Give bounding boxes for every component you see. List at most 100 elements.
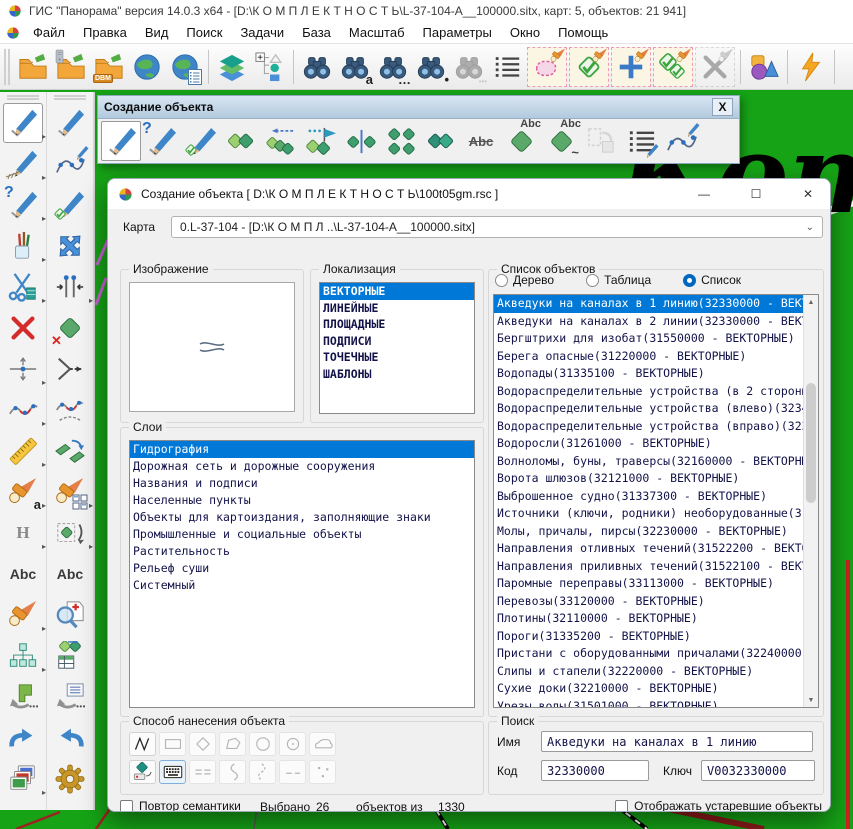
menu-item[interactable]: Правка	[74, 23, 136, 42]
draw-confirm-button[interactable]	[181, 121, 221, 161]
layer-item[interactable]: Растительность	[130, 543, 474, 560]
find-text-button[interactable]: a▸	[3, 472, 43, 512]
toolbar-grip[interactable]	[4, 49, 10, 85]
layer-item[interactable]: Населенные пункты	[130, 492, 474, 509]
method-smooth2-button[interactable]	[249, 760, 276, 784]
layer-item[interactable]: Рельеф суши	[130, 560, 474, 577]
text-curve-button[interactable]: Abc~	[541, 121, 581, 161]
scroll-up-icon[interactable]: ▲	[804, 295, 818, 309]
object-list-item[interactable]: Водопады(31335100 - ВЕКТОРНЫЕ)	[494, 365, 818, 383]
scroll-down-icon[interactable]: ▼	[804, 693, 818, 707]
select-group-button[interactable]	[653, 47, 693, 87]
object-list-item[interactable]: Волноломы, буны, траверсы(32160000 - ВЕК…	[494, 453, 818, 471]
localization-item[interactable]: ПОДПИСИ	[320, 333, 474, 350]
search-code-input[interactable]	[541, 760, 649, 781]
search-name-input[interactable]	[541, 731, 813, 752]
edit-query-button[interactable]: ?▸	[3, 185, 43, 225]
view-mode-radio[interactable]: Список	[683, 273, 741, 287]
object-list-item[interactable]: Направления приливных течений(31522100 -…	[494, 558, 818, 576]
text-abc-button[interactable]: Abc	[3, 554, 43, 594]
text-title-button[interactable]: Abc	[501, 121, 541, 161]
text-abc2-button[interactable]: Abc	[50, 554, 90, 594]
cut-objects-button[interactable]: ▸	[3, 267, 43, 307]
continue-line-button[interactable]	[50, 349, 90, 389]
menu-item[interactable]: Параметры	[414, 23, 501, 42]
menu-item[interactable]: Окно	[501, 23, 549, 42]
object-list-item[interactable]: Бергштрихи для изобат(31550000 - ВЕКТОРН…	[494, 330, 818, 348]
copy-group-button[interactable]	[381, 121, 421, 161]
object-list-item[interactable]: Молы, причалы, пирсы(32230000 - ВЕКТОРНЫ…	[494, 523, 818, 541]
layer-item[interactable]: Названия и подписи	[130, 475, 474, 492]
layer-item[interactable]: Гидрография	[130, 441, 474, 458]
create-confirm-button[interactable]	[50, 185, 90, 225]
object-list-item[interactable]: Ворота шлюзов(32121000 - ВЕКТОРНЫЕ)	[494, 470, 818, 488]
object-list-item[interactable]: Урезы воды(31501000 - ВЕКТОРНЫЕ)	[494, 698, 818, 709]
object-list-item[interactable]: Водоросли(31261000 - ВЕКТОРНЫЕ)	[494, 435, 818, 453]
list-undo-button[interactable]	[50, 677, 90, 717]
minimize-button[interactable]: —	[682, 179, 726, 209]
settings-gear-button[interactable]	[50, 759, 90, 799]
object-list-item[interactable]: Паромные переправы(33113000 - ВЕКТОРНЫЕ)	[494, 575, 818, 593]
object-list-item[interactable]: Пристани с оборудованными причалами(3224…	[494, 645, 818, 663]
object-list-item[interactable]: Пороги(31335200 - ВЕКТОРНЫЕ)	[494, 628, 818, 646]
zoom-doc-button[interactable]	[50, 595, 90, 635]
find-grid-button[interactable]: ▸	[50, 472, 90, 512]
layer-item[interactable]: Объекты для картоиздания, заполняющие зн…	[130, 509, 474, 526]
object-list-item[interactable]: Акведуки на каналах в 1 линию(32330000 -…	[494, 295, 818, 313]
method-keyboard-button[interactable]	[159, 760, 186, 784]
toolbar-grip[interactable]	[7, 95, 39, 100]
method-digitize-button[interactable]	[129, 760, 156, 784]
map-legend-button[interactable]	[251, 48, 289, 86]
search-button[interactable]	[298, 48, 336, 86]
view-mode-radio[interactable]: Дерево	[495, 273, 554, 287]
quick-launch-button[interactable]	[792, 48, 830, 86]
select-confirm-button[interactable]	[569, 47, 609, 87]
smooth-segment-button[interactable]	[50, 390, 90, 430]
method-points-button[interactable]	[309, 760, 336, 784]
edit-hatch-button[interactable]: ▸	[3, 144, 43, 184]
method-circle-button[interactable]	[249, 732, 276, 756]
close-icon[interactable]: X	[712, 98, 733, 116]
search-advanced-button[interactable]: …	[374, 48, 412, 86]
menu-item[interactable]: Поиск	[177, 23, 231, 42]
scrollbar-thumb[interactable]	[806, 383, 816, 503]
draw-query-button[interactable]: ?	[141, 121, 181, 161]
objects-table-button[interactable]	[50, 636, 90, 676]
journal-button[interactable]	[621, 121, 661, 161]
object-list-item[interactable]: Перевозы(33120000 - ВЕКТОРНЫЕ)	[494, 593, 818, 611]
split-object-button[interactable]	[341, 121, 381, 161]
open-internet-map-button[interactable]	[128, 48, 166, 86]
localization-item[interactable]: ПЛОЩАДНЫЕ	[320, 316, 474, 333]
object-list-item[interactable]: Слипы и стапели(32220000 - ВЕКТОРНЫЕ)	[494, 663, 818, 681]
method-polygon-button[interactable]	[219, 732, 246, 756]
scheme-tree-button[interactable]: ▸	[3, 636, 43, 676]
method-rectangle-button[interactable]	[159, 732, 186, 756]
view-mode-radio[interactable]: Таблица	[586, 273, 651, 287]
paste-object-button[interactable]	[581, 121, 621, 161]
localization-item[interactable]: ВЕКТОРНЫЕ	[320, 283, 474, 300]
map-layers-button[interactable]	[213, 48, 251, 86]
move-point-button[interactable]: ▸	[3, 349, 43, 389]
text-strike-button[interactable]: Abc	[461, 121, 501, 161]
draw-object-button[interactable]	[101, 121, 141, 161]
localization-item[interactable]: ТОЧЕЧНЫЕ	[320, 349, 474, 366]
search-point-button[interactable]: •	[412, 48, 450, 86]
map-combo[interactable]: 0.L-37-104 - [D:\К О М П Л ..\L-37-104-A…	[171, 216, 823, 238]
object-list-item[interactable]: Водораспределительные устройства (влево)…	[494, 400, 818, 418]
create-object-button[interactable]: ▸	[3, 103, 43, 143]
swap-objects-button[interactable]	[50, 431, 90, 471]
spline-button[interactable]	[661, 121, 701, 161]
select-add-button[interactable]	[611, 47, 651, 87]
measure-ruler-button[interactable]: ▸	[3, 431, 43, 471]
align-points-button[interactable]: ▸	[50, 267, 90, 307]
layer-item[interactable]: Дорожная сеть и дорожные сооружения	[130, 458, 474, 475]
show-obsolete-checkbox[interactable]: Отображать устаревшие объекты	[615, 799, 822, 812]
repeat-semantics-checkbox[interactable]: Повтор семантики	[120, 799, 241, 812]
method-buffer-button[interactable]	[309, 732, 336, 756]
copy-dashed-button[interactable]	[261, 121, 301, 161]
create-object-toolbar-titlebar[interactable]: Создание объекта X	[98, 96, 739, 119]
object-list-item[interactable]: Сухие доки(32210000 - ВЕКТОРНЫЕ)	[494, 680, 818, 698]
undo-operation-button[interactable]	[3, 677, 43, 717]
object-list-item[interactable]: Акведуки на каналах в 2 линии(32330000 -…	[494, 313, 818, 331]
object-list-item[interactable]: Плотины(32110000 - ВЕКТОРНЫЕ)	[494, 610, 818, 628]
